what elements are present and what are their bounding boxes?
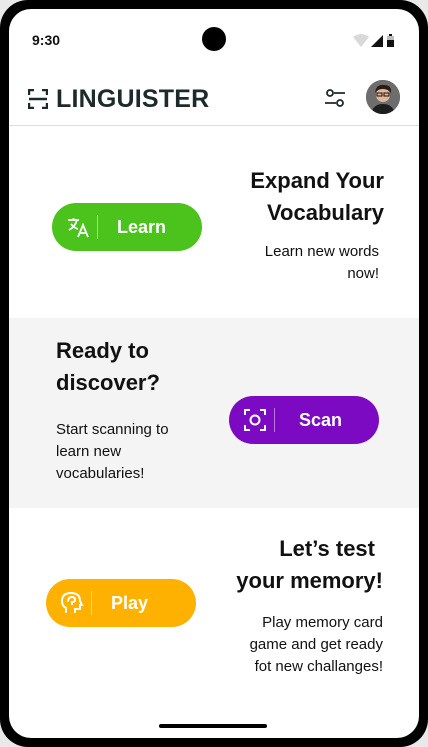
learn-description: Learn new words now! bbox=[265, 241, 379, 285]
play-title-line1: Let’s test bbox=[279, 536, 375, 561]
phone-frame: 9:30 LINGUISTER Learn Expand Your Vocabu… bbox=[0, 0, 428, 747]
wifi-icon bbox=[353, 34, 369, 47]
scan-desc-line1: Start scanning to bbox=[56, 421, 169, 438]
button-divider bbox=[274, 408, 275, 432]
status-time: 9:30 bbox=[32, 32, 61, 48]
scan-button-label: Scan bbox=[299, 410, 343, 430]
brain-head-icon bbox=[60, 591, 84, 613]
play-description: Play memory card game and get ready fot … bbox=[250, 612, 383, 678]
learn-button[interactable]: Learn bbox=[52, 203, 202, 251]
user-avatar-icon bbox=[366, 80, 400, 114]
scan-title: Ready to discover? bbox=[56, 335, 160, 399]
translate-icon bbox=[68, 218, 89, 238]
scan-description: Start scanning to learn new vocabularies… bbox=[56, 419, 169, 485]
scan-title-line2: discover? bbox=[56, 370, 160, 395]
learn-title: Expand Your Vocabulary bbox=[250, 165, 384, 229]
play-title-line2: your memory! bbox=[236, 568, 383, 593]
scan-button[interactable]: Scan bbox=[229, 396, 379, 444]
button-divider bbox=[91, 591, 92, 615]
learn-desc-line2: now! bbox=[347, 265, 379, 282]
play-desc-line3: fot new challanges! bbox=[254, 658, 383, 675]
learn-section: Learn Expand Your Vocabulary Learn new w… bbox=[9, 127, 419, 318]
play-button-label: Play bbox=[111, 593, 149, 613]
scan-icon bbox=[244, 409, 266, 431]
scan-section: Ready to discover? Start scanning to lea… bbox=[9, 318, 419, 508]
play-desc-line1: Play memory card bbox=[262, 614, 383, 631]
filter-sliders-icon[interactable] bbox=[324, 87, 346, 109]
scan-desc-line3: vocabularies! bbox=[56, 465, 145, 482]
button-divider bbox=[97, 215, 98, 239]
battery-icon bbox=[387, 34, 394, 47]
app-header: LINGUISTER bbox=[9, 75, 419, 126]
learn-desc-line1: Learn new words bbox=[264, 243, 379, 260]
scan-title-line1: Ready to bbox=[56, 338, 149, 363]
avatar[interactable] bbox=[366, 80, 400, 114]
learn-title-line2: Vocabulary bbox=[267, 200, 384, 225]
play-button[interactable]: Play bbox=[46, 579, 196, 627]
brand-name: LINGUISTER bbox=[56, 85, 210, 113]
front-camera bbox=[202, 27, 226, 51]
play-section: Play Let’s test your memory! Play memory… bbox=[9, 508, 419, 708]
signal-icon bbox=[371, 35, 383, 47]
home-indicator[interactable] bbox=[159, 724, 267, 728]
status-bar: 9:30 bbox=[9, 9, 419, 59]
status-icons bbox=[353, 34, 394, 47]
learn-button-label: Learn bbox=[117, 217, 167, 237]
play-title: Let’s test your memory! bbox=[236, 533, 383, 597]
learn-title-line1: Expand Your bbox=[250, 168, 384, 193]
app-screen: 9:30 LINGUISTER Learn Expand Your Vocabu… bbox=[9, 9, 419, 738]
play-desc-line2: game and get ready bbox=[249, 636, 383, 653]
scan-desc-line2: learn new bbox=[56, 443, 122, 460]
scan-frame-icon bbox=[28, 89, 48, 109]
